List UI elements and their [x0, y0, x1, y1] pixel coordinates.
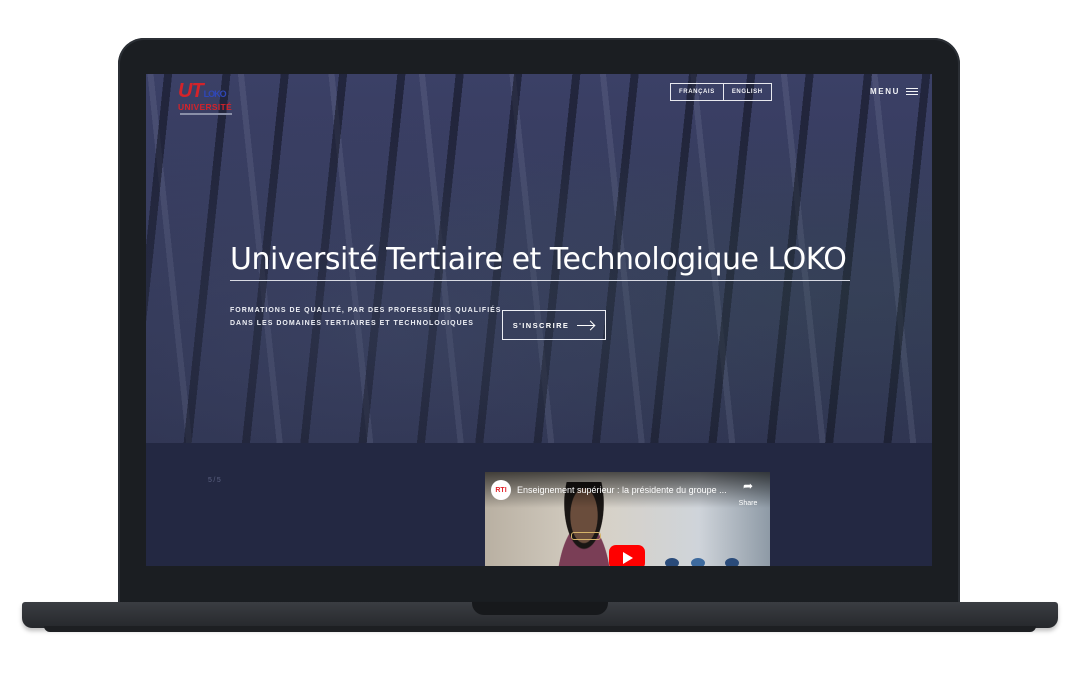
- video-title[interactable]: Enseignement supérieur : la présidente d…: [517, 485, 727, 495]
- microphone-icon: [725, 558, 739, 566]
- channel-logo-icon[interactable]: RTI: [491, 480, 511, 500]
- arrow-right-icon: [577, 320, 595, 330]
- logo-underline: [180, 113, 232, 115]
- microphone-icon: [691, 558, 705, 566]
- page-title: Université Tertiaire et Technologique LO…: [230, 242, 847, 278]
- title-divider: [230, 280, 850, 281]
- hamburger-icon: [905, 87, 918, 96]
- language-english-button[interactable]: ENGLISH: [723, 83, 772, 101]
- laptop-screen: UTLOKO UNIVERSITÉ FRANÇAIS ENGLISH MENU …: [146, 74, 932, 566]
- youtube-play-icon[interactable]: [609, 545, 645, 566]
- youtube-video-embed[interactable]: RTI Enseignement supérieur : la présiden…: [485, 472, 770, 566]
- slide-counter: 5/5: [208, 477, 223, 484]
- menu-button[interactable]: MENU: [870, 87, 918, 96]
- video-section: 5/5 RTI Enseignement supérieur : la prés…: [146, 443, 932, 566]
- logo-mark: UTLOKO: [178, 80, 227, 102]
- logo-wordmark: UNIVERSITÉ: [178, 102, 233, 112]
- share-arrow-icon: ➦: [742, 479, 754, 493]
- video-thumbnail-glasses: [571, 532, 601, 540]
- register-button-label: S'INSCRIRE: [512, 320, 570, 330]
- register-button[interactable]: S'INSCRIRE: [502, 310, 606, 340]
- share-label: Share: [738, 500, 758, 507]
- hero-section: UTLOKO UNIVERSITÉ FRANÇAIS ENGLISH MENU …: [146, 74, 932, 443]
- laptop-notch: [472, 602, 608, 615]
- hero-tagline: FORMATIONS DE QUALITÉ, PAR DES PROFESSEU…: [230, 307, 502, 327]
- microphone-icon: [665, 558, 679, 566]
- share-button[interactable]: ➦ Share: [733, 480, 763, 510]
- menu-label: MENU: [870, 87, 900, 96]
- university-logo-icon[interactable]: UTLOKO UNIVERSITÉ: [176, 80, 236, 120]
- laptop-base-foot: [44, 626, 1036, 632]
- language-switcher: FRANÇAIS ENGLISH: [670, 83, 772, 101]
- language-french-button[interactable]: FRANÇAIS: [670, 83, 724, 101]
